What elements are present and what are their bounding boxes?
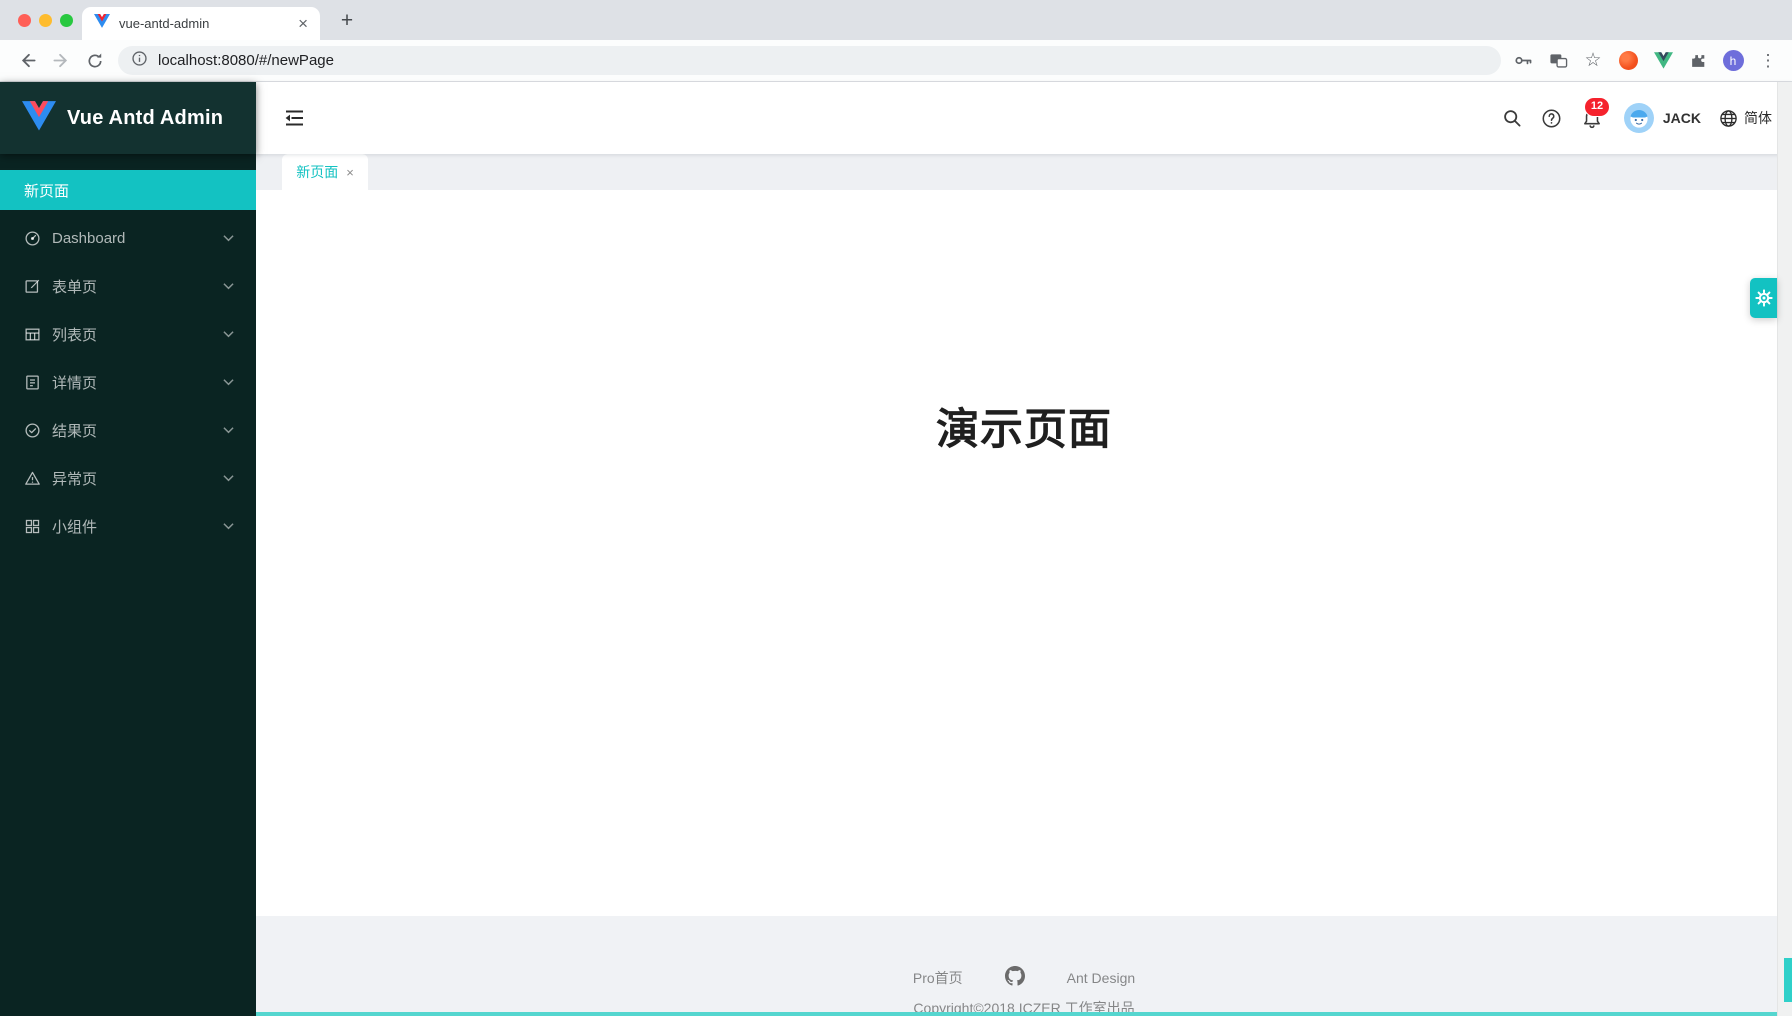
orange-extension-icon[interactable] — [1614, 47, 1642, 75]
github-icon[interactable] — [1005, 966, 1025, 989]
table-icon — [24, 326, 41, 343]
globe-icon — [1719, 109, 1738, 128]
chevron-down-icon — [223, 378, 234, 386]
language-switcher[interactable]: 简体 — [1719, 108, 1772, 128]
chrome-menu-icon[interactable]: ⋮ — [1754, 47, 1782, 75]
macos-zoom-button[interactable] — [60, 14, 73, 27]
site-info-icon[interactable] — [131, 50, 148, 72]
gear-icon — [1754, 288, 1774, 308]
browser-scrollbar[interactable] — [1777, 82, 1792, 1016]
app-title: Vue Antd Admin — [67, 107, 223, 130]
browser-window: vue-antd-admin × + — [0, 0, 1792, 1016]
page-tab-bar: 新页面 × — [256, 154, 1792, 190]
forward-button[interactable] — [44, 44, 78, 78]
header-actions: 12 JACK — [1492, 98, 1772, 138]
sidebar-item-new-page[interactable]: 新页面 — [0, 170, 256, 210]
vue-devtools-icon[interactable] — [1649, 47, 1677, 75]
macos-minimize-button[interactable] — [39, 14, 52, 27]
sidebar-item-widgets[interactable]: 小组件 — [0, 506, 256, 546]
page-tab-close-icon[interactable]: × — [346, 165, 354, 180]
chevron-down-icon — [223, 234, 234, 242]
bottom-accent-line — [256, 1012, 1792, 1016]
new-tab-button[interactable]: + — [334, 8, 360, 34]
dashboard-icon — [24, 230, 41, 247]
chevron-down-icon — [223, 330, 234, 338]
help-button[interactable] — [1532, 98, 1572, 138]
vue-favicon-icon — [94, 14, 110, 33]
sidebar-item-lists[interactable]: 列表页 — [0, 314, 256, 354]
chevron-down-icon — [223, 474, 234, 482]
sidebar-menu: 新页面 Dashboard 表单页 — [0, 154, 256, 546]
toolbar-extensions: ☆ h ⋮ — [1509, 47, 1782, 75]
browser-tab-title: vue-antd-admin — [119, 16, 289, 31]
url-text[interactable]: localhost:8080/#/newPage — [158, 52, 334, 69]
app-logo[interactable]: Vue Antd Admin — [0, 82, 256, 154]
settings-drawer-button[interactable] — [1750, 278, 1777, 318]
sidebar: Vue Antd Admin 新页面 Dashboard — [0, 82, 256, 1016]
back-button[interactable] — [10, 44, 44, 78]
profile-icon — [24, 374, 41, 391]
chrome-profile-avatar[interactable]: h — [1719, 47, 1747, 75]
browser-tab-strip: vue-antd-admin × + — [0, 0, 1792, 40]
reload-button[interactable] — [78, 44, 112, 78]
footer-link-ant-design[interactable]: Ant Design — [1067, 970, 1135, 986]
warning-icon — [24, 470, 41, 487]
bookmark-star-icon[interactable]: ☆ — [1579, 47, 1607, 75]
app-header: 12 JACK — [256, 82, 1792, 154]
macos-close-button[interactable] — [18, 14, 31, 27]
appstore-icon — [24, 518, 41, 535]
translate-icon[interactable] — [1544, 47, 1572, 75]
main-content: 演示页面 — [256, 190, 1792, 916]
sidebar-item-results[interactable]: 结果页 — [0, 410, 256, 450]
scrollbar-teal-segment — [1784, 958, 1792, 1002]
page-title: 演示页面 — [256, 395, 1792, 457]
chevron-down-icon — [223, 522, 234, 530]
form-icon — [24, 278, 41, 295]
chevron-down-icon — [223, 282, 234, 290]
check-circle-icon — [24, 422, 41, 439]
notification-badge: 12 — [1584, 97, 1610, 117]
footer-link-pro-home[interactable]: Pro首页 — [913, 968, 963, 988]
page-tab-active[interactable]: 新页面 × — [282, 154, 368, 190]
app-page: Vue Antd Admin 新页面 Dashboard — [0, 82, 1792, 1016]
locale-label: 简体 — [1744, 108, 1772, 128]
chevron-down-icon — [223, 426, 234, 434]
browser-toolbar: localhost:8080/#/newPage ☆ — [0, 40, 1792, 82]
notification-bell-button[interactable]: 12 — [1572, 98, 1612, 138]
sidebar-item-forms[interactable]: 表单页 — [0, 266, 256, 306]
sidebar-item-details[interactable]: 详情页 — [0, 362, 256, 402]
menu-fold-button[interactable] — [282, 106, 306, 130]
app-footer: Pro首页 Ant Design Copyright©2018 ICZER 工作… — [256, 916, 1792, 1016]
user-menu[interactable]: JACK — [1624, 103, 1701, 133]
password-key-icon[interactable] — [1509, 47, 1537, 75]
footer-links: Pro首页 Ant Design — [913, 966, 1135, 989]
user-avatar — [1624, 103, 1654, 133]
sidebar-item-dashboard[interactable]: Dashboard — [0, 218, 256, 258]
tab-close-icon[interactable]: × — [298, 15, 308, 32]
browser-tab[interactable]: vue-antd-admin × — [82, 7, 320, 40]
page-tab-label: 新页面 — [296, 162, 338, 182]
address-bar[interactable]: localhost:8080/#/newPage — [118, 46, 1501, 75]
search-button[interactable] — [1492, 98, 1532, 138]
sidebar-item-exceptions[interactable]: 异常页 — [0, 458, 256, 498]
sidebar-item-label: 新页面 — [24, 180, 69, 201]
vue-logo-icon — [22, 101, 56, 136]
username: JACK — [1663, 110, 1701, 126]
extensions-puzzle-icon[interactable] — [1684, 47, 1712, 75]
